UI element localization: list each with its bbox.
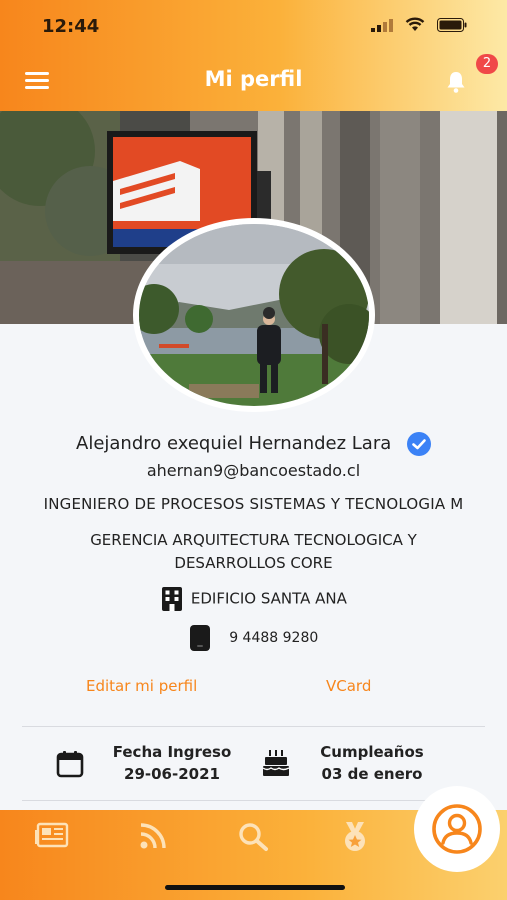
rss-icon[interactable]	[139, 822, 167, 850]
profile-phone-row[interactable]: 9 4488 9280	[0, 624, 507, 652]
ingreso-value: 29-06-2021	[124, 765, 220, 783]
bell-icon[interactable]	[444, 70, 468, 94]
calendar-icon	[56, 751, 84, 778]
profile-phone: 9 4488 9280	[229, 630, 319, 646]
vcard-link[interactable]: VCard	[326, 677, 371, 695]
cake-icon	[262, 750, 290, 776]
avatar-photo	[139, 224, 369, 406]
phone-icon	[189, 625, 210, 651]
page-title: Mi perfil	[204, 67, 303, 91]
news-icon[interactable]	[35, 822, 69, 848]
ingreso-label: Fecha Ingreso	[112, 743, 232, 761]
divider	[22, 800, 485, 801]
home-indicator	[165, 885, 345, 890]
profile-icon	[432, 804, 482, 854]
battery-icon	[437, 17, 467, 32]
profile-name-row: Alejandro exequiel Hernandez Lara	[0, 432, 507, 456]
signal-icon	[371, 18, 393, 32]
profile-department: GERENCIA ARQUITECTURA TECNOLOGICA Y DESA…	[90, 531, 417, 572]
profile-role: INGENIERO DE PROCESOS SISTEMAS Y TECNOLO…	[43, 495, 464, 513]
wifi-icon	[405, 17, 425, 31]
app-header: 12:44 Mi perfil 2	[0, 0, 507, 111]
divider	[22, 726, 485, 727]
building-icon	[162, 587, 183, 611]
birthday-label: Cumpleaños	[320, 743, 424, 761]
profile-building-row: EDIFICIO SANTA ANA	[0, 586, 507, 612]
notification-badge: 2	[476, 54, 498, 74]
verified-icon	[407, 432, 431, 456]
status-icons	[371, 17, 467, 32]
profile-building: EDIFICIO SANTA ANA	[190, 589, 347, 608]
edit-profile-link[interactable]: Editar mi perfil	[86, 677, 197, 695]
birthday-value: 03 de enero	[321, 765, 423, 783]
profile-avatar[interactable]	[133, 218, 375, 412]
profile-fab[interactable]	[414, 786, 500, 872]
profile-email[interactable]: ahernan9@bancoestado.cl	[0, 461, 507, 480]
profile-name: Alejandro exequiel Hernandez Lara	[76, 433, 392, 454]
search-icon[interactable]	[238, 822, 270, 852]
status-time: 12:44	[42, 16, 100, 37]
medal-icon[interactable]	[340, 822, 370, 852]
